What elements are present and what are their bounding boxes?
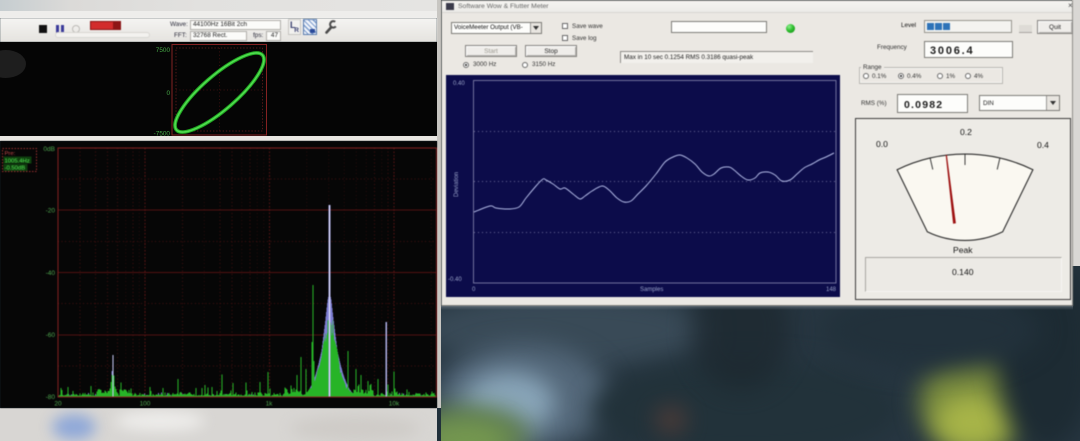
svg-text:-60: -60 bbox=[46, 332, 56, 339]
svg-text:20: 20 bbox=[54, 401, 62, 408]
svg-text:Pre:: Pre: bbox=[5, 151, 16, 157]
svg-text:0: 0 bbox=[166, 90, 170, 97]
svg-text:1k: 1k bbox=[266, 401, 274, 408]
svg-text:-0.50dB: -0.50dB bbox=[5, 166, 26, 172]
svg-text:10k: 10k bbox=[389, 401, 400, 408]
svg-text:-20: -20 bbox=[46, 208, 56, 215]
svg-text:1005.4Hz: 1005.4Hz bbox=[5, 159, 30, 165]
svg-text:-40: -40 bbox=[46, 270, 56, 277]
svg-text:100: 100 bbox=[140, 401, 151, 408]
svg-text:7500: 7500 bbox=[156, 47, 171, 54]
svg-text:0dB: 0dB bbox=[43, 146, 55, 153]
